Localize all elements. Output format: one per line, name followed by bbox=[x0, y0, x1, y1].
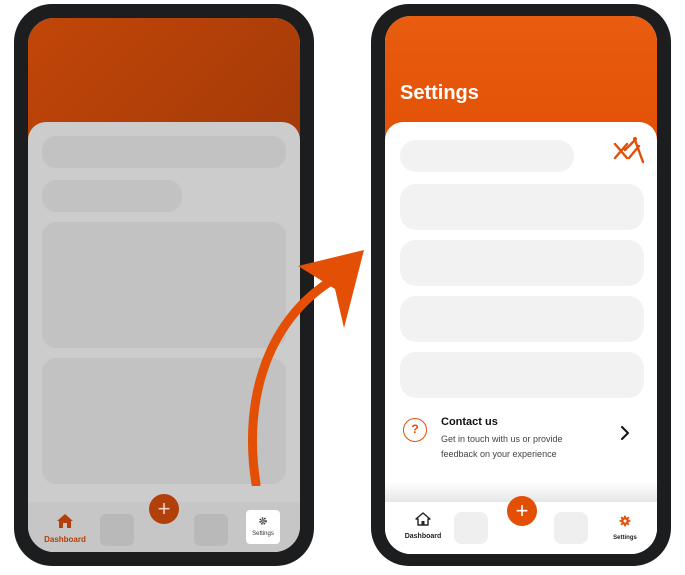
contact-title: Contact us bbox=[441, 416, 498, 428]
nav-settings[interactable]: Settings bbox=[246, 510, 280, 544]
nav-dashboard-label: Dashboard bbox=[44, 535, 86, 544]
add-button[interactable]: + bbox=[149, 494, 179, 524]
skeleton-bar bbox=[42, 136, 286, 168]
nav-dashboard[interactable]: Dashboard bbox=[395, 512, 451, 540]
nav-placeholder[interactable] bbox=[554, 512, 588, 544]
settings-screen: Settings ? Contact us Get in touch with … bbox=[385, 16, 657, 554]
brand-logo-icon bbox=[613, 137, 645, 164]
settings-row-placeholder[interactable] bbox=[400, 240, 644, 286]
nav-placeholder[interactable] bbox=[454, 512, 488, 544]
nav-placeholder[interactable] bbox=[194, 514, 228, 546]
skeleton-bar bbox=[42, 180, 182, 212]
chevron-right-icon bbox=[621, 426, 629, 440]
nav-dashboard[interactable]: Dashboard bbox=[32, 514, 98, 546]
home-icon bbox=[415, 512, 431, 526]
nav-dashboard-label: Dashboard bbox=[404, 533, 442, 540]
page-title: Settings bbox=[400, 82, 479, 104]
phone-frame-after: Settings ? Contact us Get in touch with … bbox=[371, 4, 671, 566]
home-icon bbox=[57, 514, 73, 528]
skeleton-bar bbox=[400, 140, 574, 172]
nav-settings-label: Settings bbox=[613, 535, 637, 541]
gear-icon bbox=[619, 515, 631, 527]
plus-icon: + bbox=[515, 498, 529, 523]
settings-row-placeholder[interactable] bbox=[400, 184, 644, 230]
plus-icon: + bbox=[157, 496, 171, 521]
settings-row-placeholder[interactable] bbox=[400, 296, 644, 342]
chat-question-icon: ? bbox=[403, 418, 427, 442]
contact-description: Get in touch with us or provide feedback… bbox=[441, 434, 563, 459]
transition-arrow-icon bbox=[248, 250, 364, 486]
add-button[interactable]: + bbox=[507, 496, 537, 526]
settings-row-placeholder[interactable] bbox=[400, 352, 644, 398]
nav-placeholder[interactable] bbox=[100, 514, 134, 546]
gear-icon bbox=[259, 517, 267, 525]
nav-settings[interactable]: Settings bbox=[605, 514, 645, 541]
contact-us-row[interactable]: ? Contact us Get in touch with us or pro… bbox=[403, 416, 643, 466]
nav-settings-label: Settings bbox=[252, 531, 274, 537]
